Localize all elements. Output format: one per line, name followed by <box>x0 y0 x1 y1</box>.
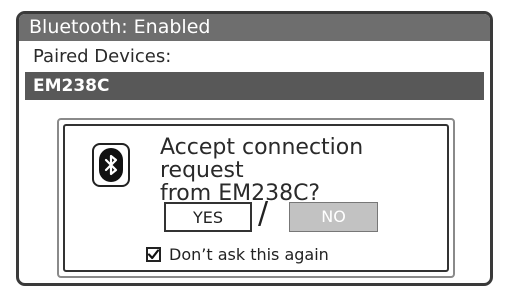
bluetooth-icon <box>92 143 130 187</box>
bluetooth-screen: Bluetooth: Enabled Paired Devices: EM238… <box>16 11 493 286</box>
paired-device-item[interactable]: EM238C <box>25 72 484 100</box>
dont-ask-again-option[interactable]: Don’t ask this again <box>146 244 329 264</box>
dialog-message: Accept connection request from EM238C? <box>160 136 447 205</box>
dont-ask-label: Don’t ask this again <box>169 244 329 264</box>
screen-title: Bluetooth: Enabled <box>19 14 490 41</box>
checkmark-icon <box>148 248 159 259</box>
yes-button[interactable]: YES <box>164 202 252 232</box>
connection-request-dialog: Accept connection request from EM238C? Y… <box>57 118 455 278</box>
dialog-message-line-1: Accept connection request <box>160 135 364 183</box>
paired-devices-label: Paired Devices: <box>33 46 172 67</box>
device-name: EM238C <box>33 76 110 96</box>
button-separator: / <box>258 196 269 231</box>
dont-ask-checkbox[interactable] <box>146 246 161 262</box>
dialog-panel: Accept connection request from EM238C? Y… <box>63 124 449 272</box>
no-button[interactable]: NO <box>289 202 378 232</box>
